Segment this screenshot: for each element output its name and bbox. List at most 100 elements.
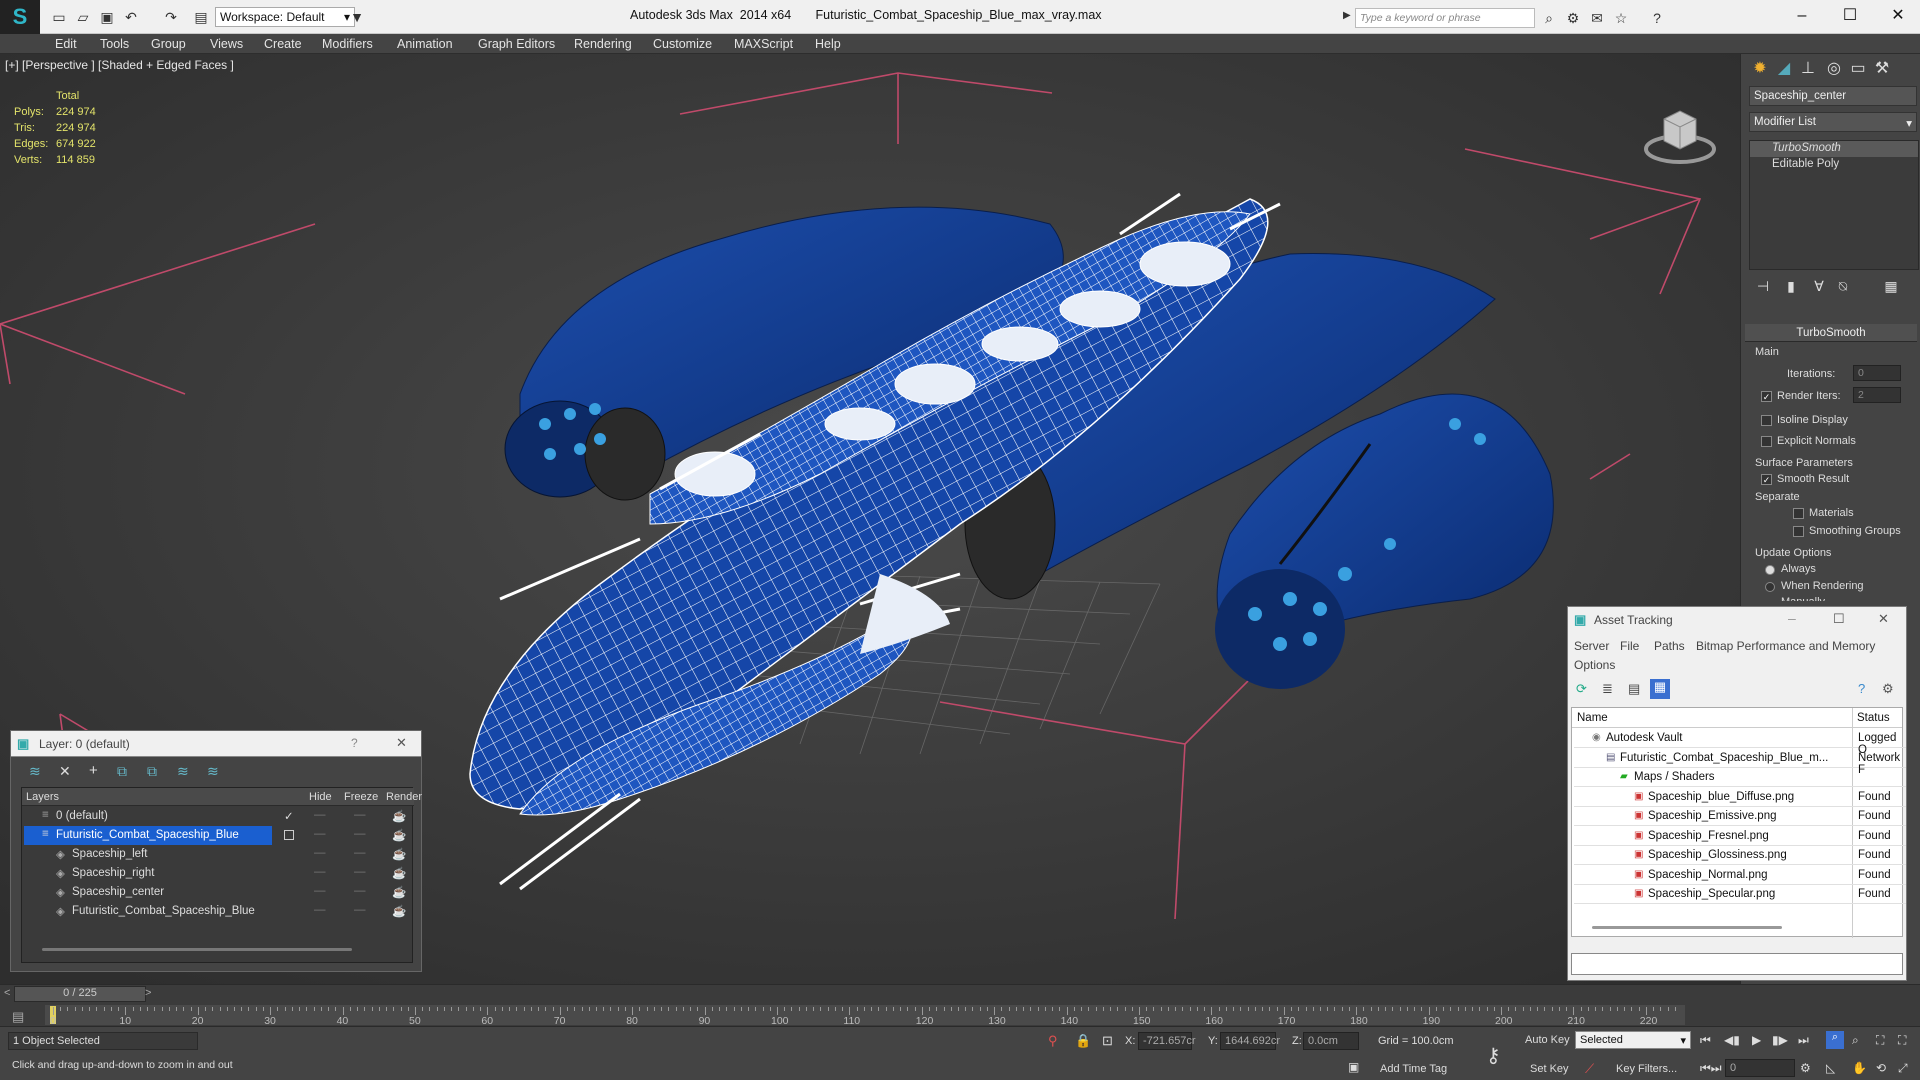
hide-toggle[interactable]: — [314,904,326,916]
select-in-layer-icon[interactable]: ⧉ [117,763,127,780]
utilities-tab-icon[interactable]: ⚒ [1871,58,1893,80]
active-layer-checkbox[interactable] [284,830,294,840]
menu-modifiers[interactable]: Modifiers [322,37,373,51]
freeze-toggle[interactable]: — [354,847,366,859]
delete-layer-icon[interactable]: ✕ [59,763,71,780]
asset-row[interactable]: ◉ Autodesk Vault Logged O [1574,729,1906,756]
help-icon[interactable]: ? [1648,9,1666,27]
column-layers[interactable]: Layers [26,791,59,803]
show-end-result-icon[interactable]: ▮ [1781,278,1801,298]
hide-toggle[interactable]: — [314,866,326,878]
key-icon[interactable]: ⚷ [1486,1043,1501,1068]
asset-row[interactable]: ▣ Spaceship_Specular.png Found [1574,885,1906,904]
save-file-icon[interactable]: ▣ [98,8,116,26]
y-coordinate-field[interactable]: 1644.692cr [1220,1032,1280,1050]
menu-customize[interactable]: Customize [653,37,712,51]
freeze-all-layers-icon[interactable]: ≋ [207,763,219,780]
freeze-toggle[interactable]: — [354,828,366,840]
project-folder-icon[interactable]: ▤ [192,8,210,26]
highlight-layer-icon[interactable]: ⧉ [147,763,157,780]
key-filters-button[interactable]: Key Filters... [1616,1063,1677,1075]
create-layer-icon[interactable]: ≋ [29,763,41,780]
pan-view-icon[interactable]: ✋ [1852,1061,1867,1075]
orbit-icon[interactable]: ⟲ [1876,1061,1886,1075]
hide-toggle[interactable]: — [314,885,326,897]
object-name-field[interactable]: Spaceship_center [1749,86,1917,106]
menu-options[interactable]: Options [1574,658,1615,672]
close-button[interactable]: ✕ [1878,4,1918,28]
smoothing-groups-checkbox[interactable] [1793,526,1804,537]
previous-frame-icon[interactable]: ◀▮ [1724,1033,1740,1047]
field-of-view-icon[interactable]: ◺ [1826,1061,1835,1075]
minimize-button[interactable]: – [1788,610,1796,626]
zoom-extents-icon[interactable]: ⛶ [1876,1033,1884,1048]
menu-views[interactable]: Views [210,37,243,51]
motion-tab-icon[interactable]: ◎ [1823,58,1845,80]
menu-server[interactable]: Server [1574,639,1609,653]
key-mode-toggle-icon[interactable]: ⏮⏭ [1700,1061,1722,1076]
workspace-menu-icon[interactable]: ▼ [350,8,364,26]
time-slider[interactable]: 0 / 225 [14,986,146,1002]
when-rendering-radio[interactable] [1765,582,1775,592]
layer-row[interactable]: ◈ Spaceship_center — — ☕ [22,883,412,902]
prev-frame-icon[interactable]: < [4,987,10,999]
next-frame-icon[interactable]: ▮▶ [1772,1033,1788,1047]
minimize-button[interactable]: – [1782,4,1822,28]
binoculars-icon[interactable]: ⌕ [1540,9,1558,27]
next-frame-icon[interactable]: > [145,987,151,999]
layer-row[interactable]: ◈ Spaceship_right — — ☕ [22,864,412,883]
new-file-icon[interactable]: ▭ [50,8,68,26]
path-field[interactable] [1571,953,1903,975]
set-key-icon[interactable]: ⟋ [1585,1061,1594,1077]
grid-view-icon[interactable]: ▦ [1650,679,1670,699]
layer-close-button[interactable]: ✕ [396,735,407,751]
hide-all-layers-icon[interactable]: ≋ [177,763,189,780]
undo-icon[interactable]: ↶ [122,8,140,26]
freeze-toggle[interactable]: — [354,885,366,897]
z-coordinate-field[interactable]: 0.0cm [1303,1032,1359,1050]
layer-row[interactable]: ◈ Spaceship_left — — ☕ [22,845,412,864]
table-view-icon[interactable]: ▤ [1628,681,1640,697]
add-time-tag[interactable]: Add Time Tag [1380,1063,1447,1075]
freeze-toggle[interactable]: — [354,904,366,916]
app-menu-logo-icon[interactable]: S [0,0,40,34]
go-to-start-icon[interactable]: ⏮ [1700,1033,1711,1048]
menu-create[interactable]: Create [264,37,302,51]
horizontal-scrollbar[interactable] [1592,926,1782,929]
add-to-layer-icon[interactable]: + [89,762,98,779]
hide-toggle[interactable]: — [314,809,326,821]
menu-maxscript[interactable]: MAXScript [734,37,793,51]
column-render[interactable]: Render [386,791,422,803]
turbosmooth-rollout-header[interactable]: TurboSmooth [1745,324,1917,342]
render-teapot-icon[interactable]: ☕ [392,828,406,842]
refresh-icon[interactable]: ⟳ [1576,681,1587,697]
hide-toggle[interactable]: — [314,847,326,859]
zoom-all-icon[interactable]: ⌕ [1852,1033,1859,1048]
lock-selection-icon[interactable]: 🔒 [1075,1033,1091,1049]
asset-row[interactable]: ▤ Futuristic_Combat_Spaceship_Blue_m... Ne… [1574,749,1906,776]
column-hide[interactable]: Hide [309,791,332,803]
asset-row[interactable]: ▣ Spaceship_Glossiness.png Found [1574,846,1906,865]
time-tag-icon[interactable]: ▣ [1348,1060,1359,1074]
maximize-viewport-icon[interactable]: ⤢ [1898,1061,1908,1076]
stack-item-turbosmooth[interactable]: TurboSmooth [1750,141,1918,157]
iterations-spinner[interactable]: 0 [1853,365,1901,381]
render-iters-spinner[interactable]: 2 [1853,387,1901,403]
freeze-toggle[interactable]: — [354,809,366,821]
active-layer-check-icon[interactable]: ✓ [284,809,294,823]
communication-icon[interactable]: ✉ [1588,9,1606,27]
menu-help[interactable]: Help [815,37,841,51]
horizontal-scrollbar[interactable] [42,948,352,951]
viewport-label[interactable]: [+] [Perspective ] [Shaded + Edged Faces… [5,58,234,72]
layer-row[interactable]: ≡ Futuristic_Combat_Spaceship_Blue — — ☕ [22,826,412,845]
render-teapot-icon[interactable]: ☕ [392,904,406,918]
render-teapot-icon[interactable]: ☕ [392,847,406,861]
render-iters-checkbox[interactable]: ✓ [1761,391,1772,402]
maximize-button[interactable]: ☐ [1830,4,1870,28]
layer-dialog-titlebar[interactable]: ▣ Layer: 0 (default) ? ✕ [11,731,421,757]
asset-row[interactable]: ▣ Spaceship_Normal.png Found [1574,866,1906,885]
menu-edit[interactable]: Edit [55,37,77,51]
freeze-toggle[interactable]: — [354,866,366,878]
maximize-button[interactable]: ☐ [1833,611,1845,627]
auto-key-button[interactable]: Auto Key [1525,1034,1570,1046]
